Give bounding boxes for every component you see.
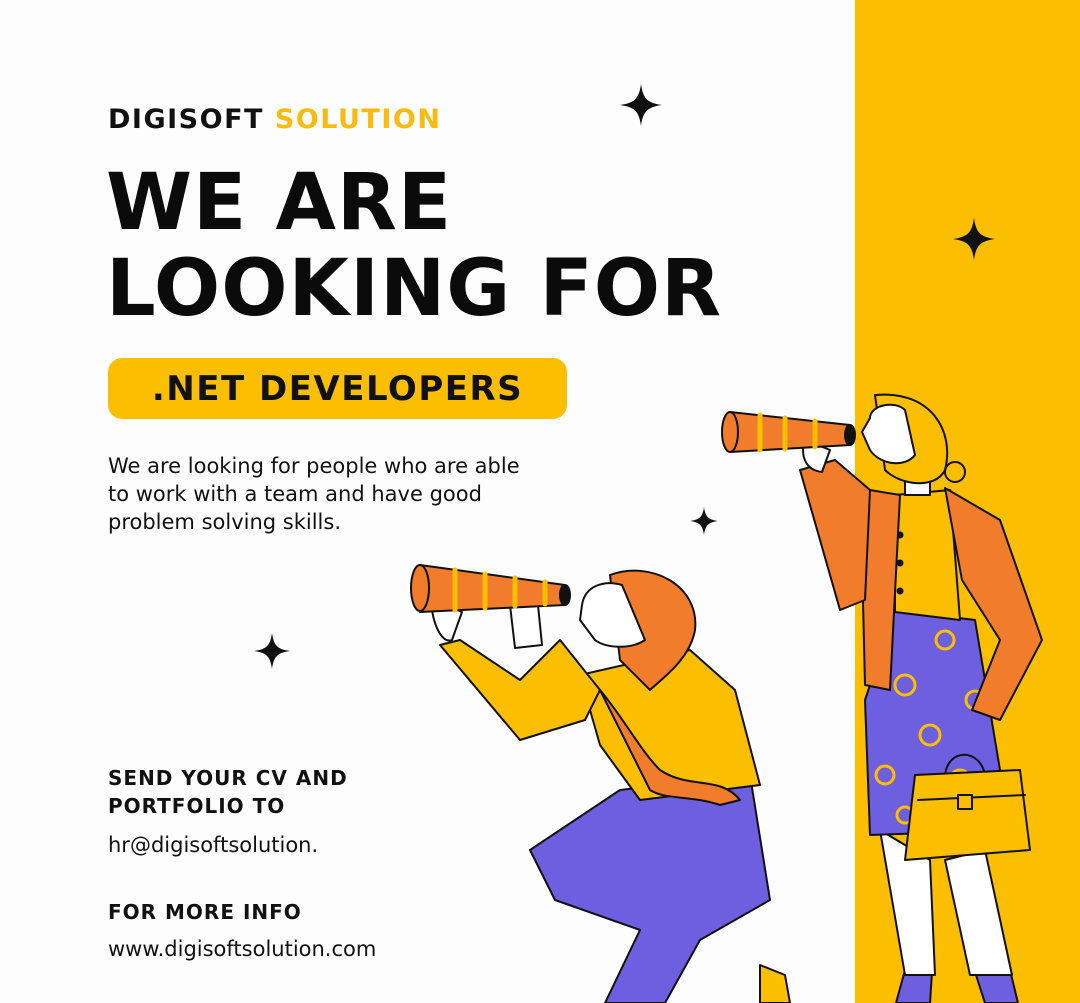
headline-line-2: LOOKING FOR — [106, 244, 723, 334]
headline-line-1: WE ARE — [106, 158, 453, 248]
sparkle-icon — [254, 633, 290, 669]
contact-email[interactable]: hr@digisoftsolution. — [108, 833, 318, 857]
brand-name-main: DIGISOFT — [108, 104, 264, 135]
telescope-icon — [721, 411, 856, 453]
more-info-label: FOR MORE INFO — [108, 900, 302, 924]
sparkle-icon — [953, 218, 995, 260]
sparkle-icon — [620, 84, 662, 126]
standing-woman-figure — [799, 393, 1043, 1003]
page-title: WE ARE LOOKING FOR — [106, 160, 722, 332]
brand-name: DIGISOFT SOLUTION — [108, 104, 441, 135]
website-link[interactable]: www.digisoftsolution.com — [108, 937, 376, 961]
people-with-telescopes-illustration — [410, 393, 1043, 1003]
telescope-icon — [410, 564, 571, 613]
brand-name-accent: SOLUTION — [274, 104, 442, 135]
kneeling-woman-figure — [430, 569, 791, 1003]
cta-label: SEND YOUR CV AND PORTFOLIO TO — [108, 766, 348, 818]
